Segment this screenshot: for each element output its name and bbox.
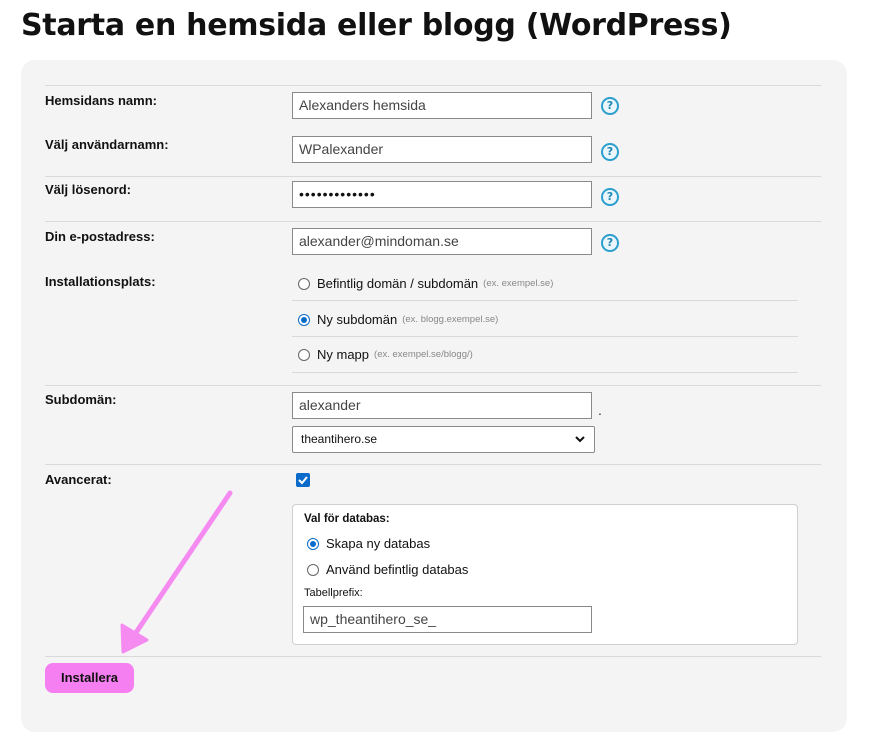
page-title: Starta en hemsida eller blogg (WordPress… [21,8,732,43]
install-form-panel: Hemsidans namn: Alexanders hemsida ? Väl… [21,60,847,732]
install-button[interactable]: Installera [45,663,134,693]
arrow-icon [120,490,233,654]
